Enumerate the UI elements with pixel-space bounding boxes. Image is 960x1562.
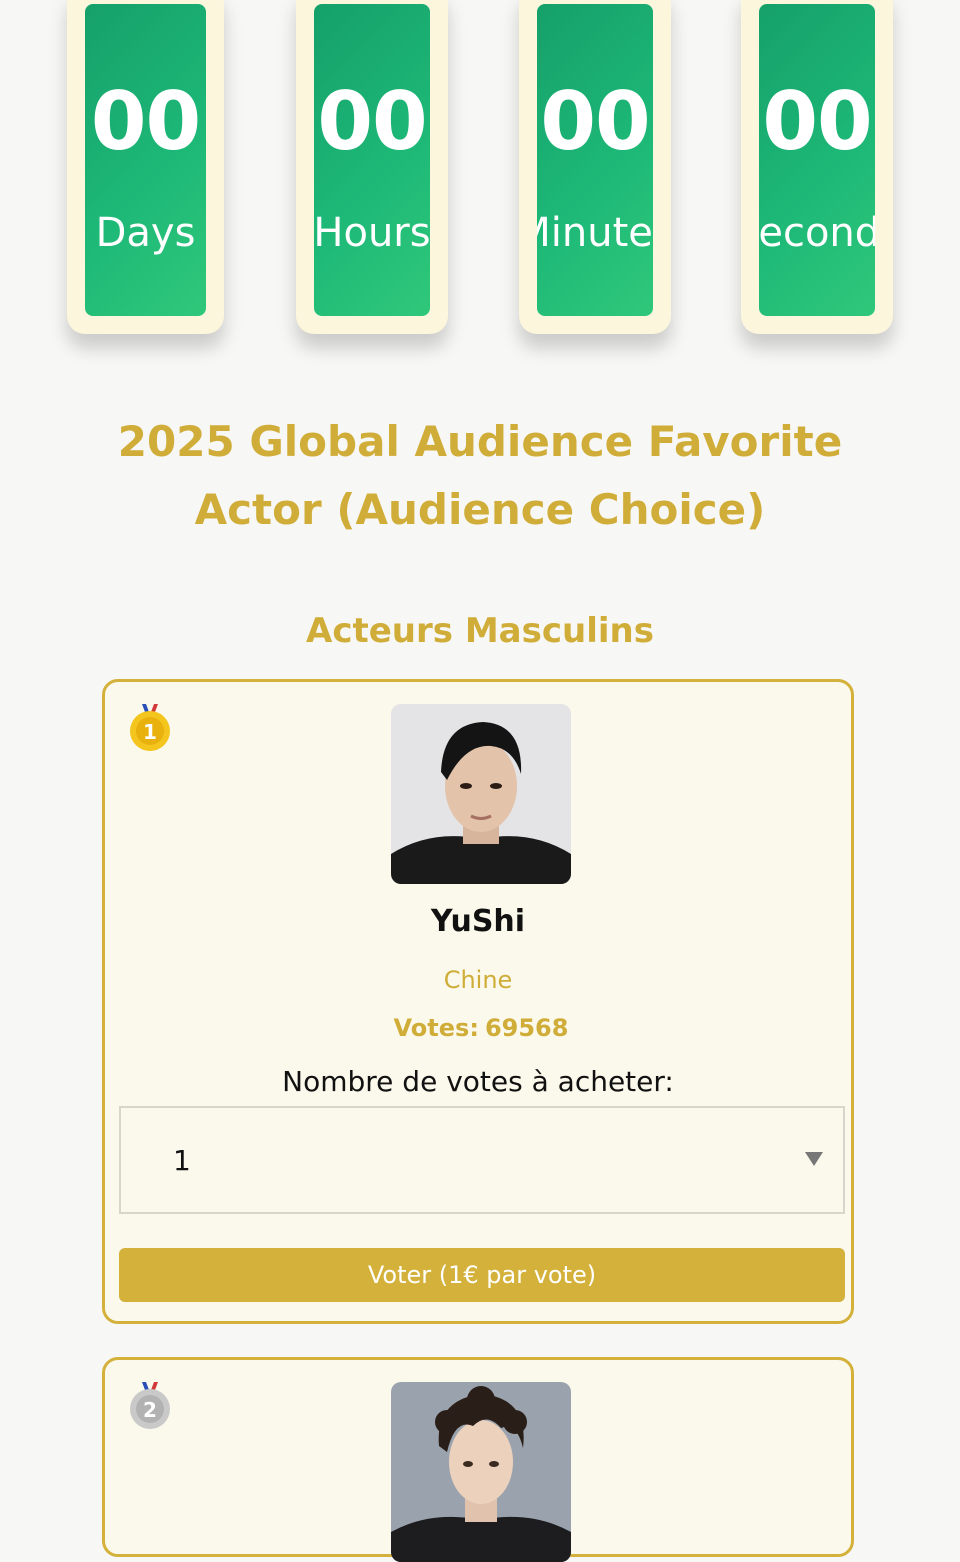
countdown-label: Hours bbox=[314, 210, 430, 256]
actor-photo bbox=[391, 704, 571, 884]
vote-count: Votes: 69568 bbox=[105, 1012, 851, 1044]
select-value: 1 bbox=[173, 1144, 191, 1177]
votes-label: Votes: bbox=[393, 1014, 479, 1042]
actor-card: 1 YuShi Chine Votes: 69568 Nombre de vote… bbox=[102, 679, 854, 1324]
svg-text:1: 1 bbox=[143, 720, 157, 744]
countdown-value: 00 bbox=[762, 75, 872, 168]
countdown-hours: 00 Hours bbox=[296, 0, 448, 334]
chevron-down-icon bbox=[805, 1152, 823, 1166]
countdown-timer: 00 Days 00 Hours 00 Minutes 00 Seconds bbox=[0, 0, 960, 340]
page-title: 2025 Global Audience Favorite Actor (Aud… bbox=[117, 417, 843, 534]
countdown-value: 00 bbox=[90, 75, 201, 168]
actor-name: YuShi bbox=[430, 904, 526, 939]
actor-photo bbox=[391, 1382, 571, 1562]
vote-button[interactable]: Voter (1€ par vote) bbox=[119, 1248, 845, 1302]
votes-value: 69568 bbox=[484, 1014, 569, 1042]
countdown-label: Seconds bbox=[759, 210, 875, 256]
actor-country: Chine bbox=[443, 966, 513, 994]
silver-medal-icon: 2 bbox=[125, 1380, 175, 1430]
countdown-value: 00 bbox=[540, 75, 650, 168]
countdown-label: Minutes bbox=[537, 210, 653, 256]
svg-text:2: 2 bbox=[143, 1398, 157, 1422]
vote-quantity-select[interactable]: 1 bbox=[119, 1106, 845, 1214]
countdown-value: 00 bbox=[317, 75, 427, 168]
countdown-minutes: 00 Minutes bbox=[519, 0, 671, 334]
actor-card: 2 bbox=[102, 1357, 854, 1562]
section-title: Acteurs Masculins bbox=[306, 611, 654, 651]
vote-quantity-label: Nombre de votes à acheter: bbox=[282, 1065, 674, 1098]
countdown-seconds: 00 Seconds bbox=[741, 0, 893, 334]
gold-medal-icon: 1 bbox=[125, 702, 175, 752]
countdown-days: 00 Days bbox=[67, 0, 224, 334]
countdown-label: Days bbox=[95, 210, 196, 256]
